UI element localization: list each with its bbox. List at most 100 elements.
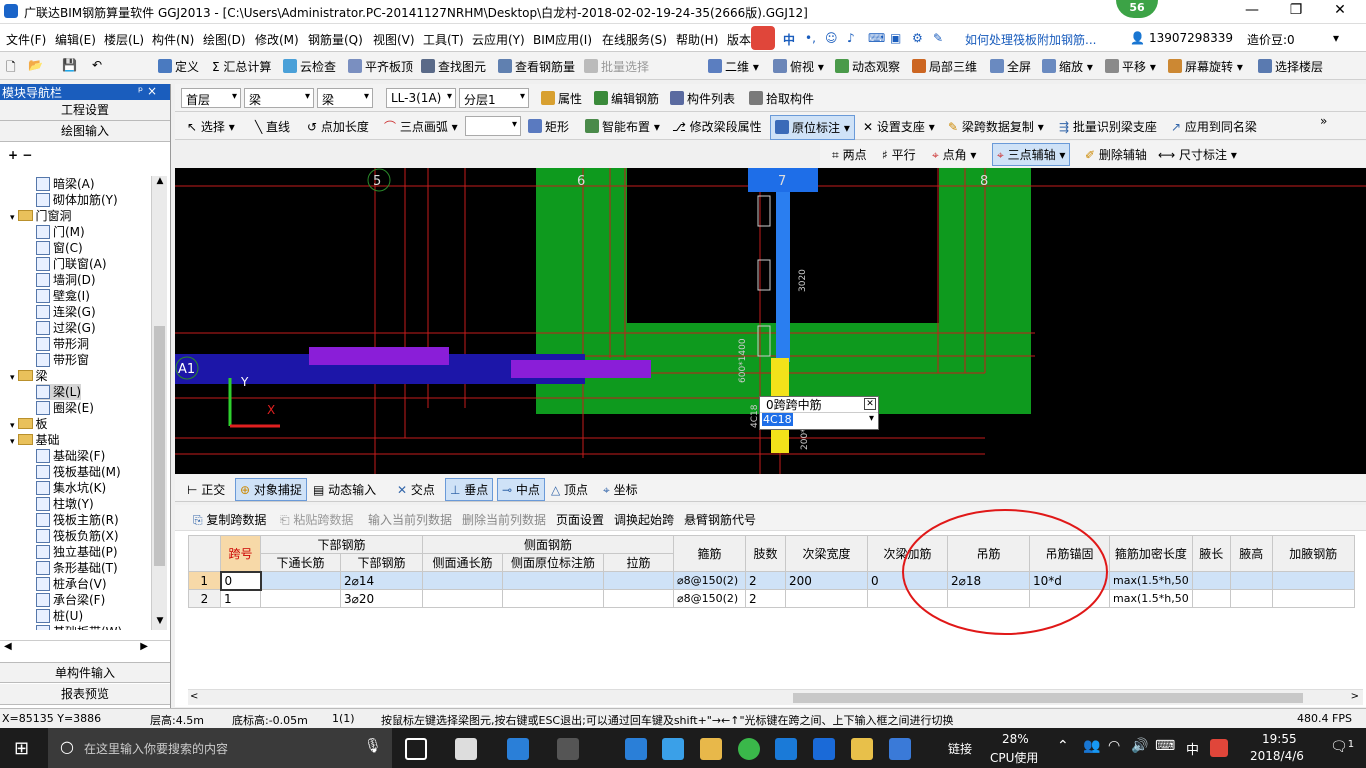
keyboard-tray-icon[interactable]: ⌨ bbox=[1155, 738, 1175, 754]
price-beans[interactable]: 造价豆:0 bbox=[1247, 31, 1295, 48]
task-view-icon[interactable] bbox=[405, 738, 427, 760]
windows-start-icon[interactable]: ⊞ bbox=[14, 738, 29, 759]
tree-item[interactable]: ▾ 板 bbox=[10, 416, 48, 432]
delete-axis-button[interactable]: ✐ 删除辅轴 bbox=[1085, 146, 1147, 163]
user-phone[interactable]: 13907298339 bbox=[1149, 31, 1233, 45]
batch-select-button[interactable]: 批量选择 bbox=[584, 58, 649, 75]
hscroll-thumb[interactable] bbox=[793, 693, 1303, 703]
fullscreen-button[interactable]: 全屏 bbox=[990, 58, 1031, 75]
tree-item[interactable]: 连梁(G) bbox=[36, 304, 96, 320]
find-element-button[interactable]: 查找图元 bbox=[421, 58, 486, 75]
cell-side-through[interactable] bbox=[422, 571, 503, 590]
undo-icon[interactable]: ↶ bbox=[92, 58, 102, 72]
smart-layout-dropdown[interactable]: 智能布置 ▾ bbox=[585, 118, 660, 135]
table-hscroll[interactable]: < > bbox=[188, 689, 1363, 705]
menu-rebar-qty[interactable]: 钢筋量(Q) bbox=[308, 31, 363, 48]
cell-tie[interactable] bbox=[603, 589, 674, 608]
edge-icon[interactable] bbox=[507, 738, 529, 760]
category-select[interactable]: 梁 bbox=[244, 88, 314, 108]
tree-item[interactable]: 砌体加筋(Y) bbox=[36, 192, 118, 208]
open-icon[interactable]: 📂 bbox=[28, 58, 43, 72]
view-2d-dropdown[interactable]: 二维 ▾ bbox=[708, 58, 759, 75]
tree-item[interactable]: 筏板基础(M) bbox=[36, 464, 121, 480]
clock-time[interactable]: 19:55 bbox=[1262, 732, 1297, 746]
member-select[interactable]: LL-3(1A) bbox=[386, 88, 456, 108]
menu-modify[interactable]: 修改(M) bbox=[255, 31, 299, 48]
tree-item[interactable]: 墙洞(D) bbox=[36, 272, 96, 288]
properties-button[interactable]: 属性 bbox=[541, 90, 582, 107]
tree-scrollbar[interactable]: ▲ ▼ bbox=[151, 176, 167, 630]
user-icon[interactable]: 👤 bbox=[1130, 31, 1145, 45]
minimize-button[interactable]: — bbox=[1230, 2, 1274, 18]
tree-item[interactable]: 筏板主筋(R) bbox=[36, 512, 119, 528]
local-3d-button[interactable]: 局部三维 bbox=[912, 58, 977, 75]
table-row[interactable]: 1 0 2⌀14 ⌀8@150(2) 2 200 0 2⌀18 10*d max… bbox=[188, 570, 1355, 591]
tree-item[interactable]: 窗(C) bbox=[36, 240, 83, 256]
tree-item[interactable]: 桩(U) bbox=[36, 608, 83, 624]
tree-item[interactable]: 柱墩(Y) bbox=[36, 496, 94, 512]
menu-edit[interactable]: 编辑(E) bbox=[55, 31, 96, 48]
cell-span[interactable]: 0 bbox=[219, 570, 262, 591]
expand-arrow-icon[interactable]: ▾ bbox=[10, 213, 15, 223]
member-list-button[interactable]: 构件列表 bbox=[670, 90, 735, 107]
clipboard-icon[interactable] bbox=[889, 738, 911, 760]
menu-floor[interactable]: 楼层(L) bbox=[104, 31, 144, 48]
vertex-button[interactable]: △ 顶点 bbox=[551, 481, 588, 498]
menu-help[interactable]: 帮助(H) bbox=[676, 31, 718, 48]
rectangle-button[interactable]: 矩形 bbox=[528, 118, 569, 135]
tree-item[interactable]: 过梁(G) bbox=[36, 320, 96, 336]
modify-span-props-button[interactable]: ⎇ 修改梁段属性 bbox=[672, 118, 762, 135]
ggj-icon[interactable] bbox=[813, 738, 835, 760]
skin-icon[interactable]: ▣ bbox=[890, 31, 901, 45]
menu-cloud[interactable]: 云应用(Y) bbox=[472, 31, 525, 48]
floor-select[interactable]: 首层 bbox=[181, 88, 241, 108]
popup-dropdown-icon[interactable]: ▾ bbox=[869, 413, 874, 424]
arc-option-select[interactable] bbox=[465, 116, 521, 136]
rotate-screen-dropdown[interactable]: 屏幕旋转 ▾ bbox=[1168, 58, 1243, 75]
volume-icon[interactable]: 🔊 bbox=[1131, 738, 1148, 754]
point-length-button[interactable]: ↺ 点加长度 bbox=[307, 118, 369, 135]
hscroll-right-icon[interactable]: > bbox=[1351, 691, 1359, 702]
expand-collapse-icons[interactable]: + − bbox=[0, 142, 170, 172]
dimension-dropdown[interactable]: ⟷ 尺寸标注 ▾ bbox=[1158, 146, 1237, 163]
cell-dense-length[interactable]: max(1.5*h,50 bbox=[1109, 571, 1193, 590]
view-rebar-qty-button[interactable]: 查看钢筋量 bbox=[498, 58, 575, 75]
menu-view[interactable]: 视图(V) bbox=[373, 31, 415, 48]
expand-arrow-icon[interactable]: ▾ bbox=[10, 437, 15, 447]
glodon-app-icon[interactable] bbox=[775, 738, 797, 760]
cell-span[interactable]: 1 bbox=[220, 589, 261, 608]
expand-arrow-icon[interactable]: ▾ bbox=[10, 421, 15, 431]
align-slab-top-button[interactable]: 平齐板顶 bbox=[348, 58, 413, 75]
cell-stirrup[interactable]: ⌀8@150(2) bbox=[673, 589, 746, 608]
in-situ-annotation-button[interactable]: 原位标注 ▾ bbox=[770, 115, 855, 140]
swap-start-span-button[interactable]: 调换起始跨 bbox=[614, 511, 674, 528]
panel-pin-close[interactable]: ᵖ × bbox=[138, 84, 157, 98]
cell-haunch-length[interactable] bbox=[1191, 589, 1231, 608]
taskbar-link-label[interactable]: 链接 bbox=[948, 740, 972, 757]
toolbar-overflow-icon[interactable]: » bbox=[1320, 114, 1327, 128]
report-preview-button[interactable]: 报表预览 bbox=[0, 684, 170, 705]
two-point-button[interactable]: ⌗ 两点 bbox=[832, 146, 867, 163]
save-icon[interactable]: 💾 bbox=[62, 58, 77, 72]
clock-date[interactable]: 2018/4/6 bbox=[1250, 749, 1304, 763]
dynamic-input-button[interactable]: ▤ 动态输入 bbox=[313, 481, 376, 498]
browser-360-icon[interactable] bbox=[738, 738, 760, 760]
tree-item[interactable]: 条形基础(T) bbox=[36, 560, 118, 576]
tree-item[interactable]: 暗梁(A) bbox=[36, 176, 95, 192]
cell-haunch-rebar[interactable] bbox=[1271, 589, 1355, 608]
cell-side-mark[interactable] bbox=[502, 589, 604, 608]
tree-item[interactable]: 圈梁(E) bbox=[36, 400, 94, 416]
point-angle-dropdown[interactable]: ⌖ 点角 ▾ bbox=[932, 146, 976, 163]
menu-bim[interactable]: BIM应用(I) bbox=[533, 31, 592, 48]
menu-draw[interactable]: 绘图(D) bbox=[203, 31, 246, 48]
ie-edge-icon[interactable] bbox=[625, 738, 647, 760]
cell-haunch-length[interactable] bbox=[1191, 571, 1231, 590]
cell-haunch-height[interactable] bbox=[1229, 589, 1273, 608]
menu-online[interactable]: 在线服务(S) bbox=[602, 31, 667, 48]
tree-item[interactable]: 筏板负筋(X) bbox=[36, 528, 119, 544]
cell-bottom[interactable]: 2⌀14 bbox=[340, 571, 423, 590]
chrome-like-icon[interactable] bbox=[557, 738, 579, 760]
cell-side-through[interactable] bbox=[422, 589, 503, 608]
select-floor-button[interactable]: 选择楼层 bbox=[1258, 58, 1323, 75]
dynamic-observe-button[interactable]: 动态观察 bbox=[835, 58, 900, 75]
